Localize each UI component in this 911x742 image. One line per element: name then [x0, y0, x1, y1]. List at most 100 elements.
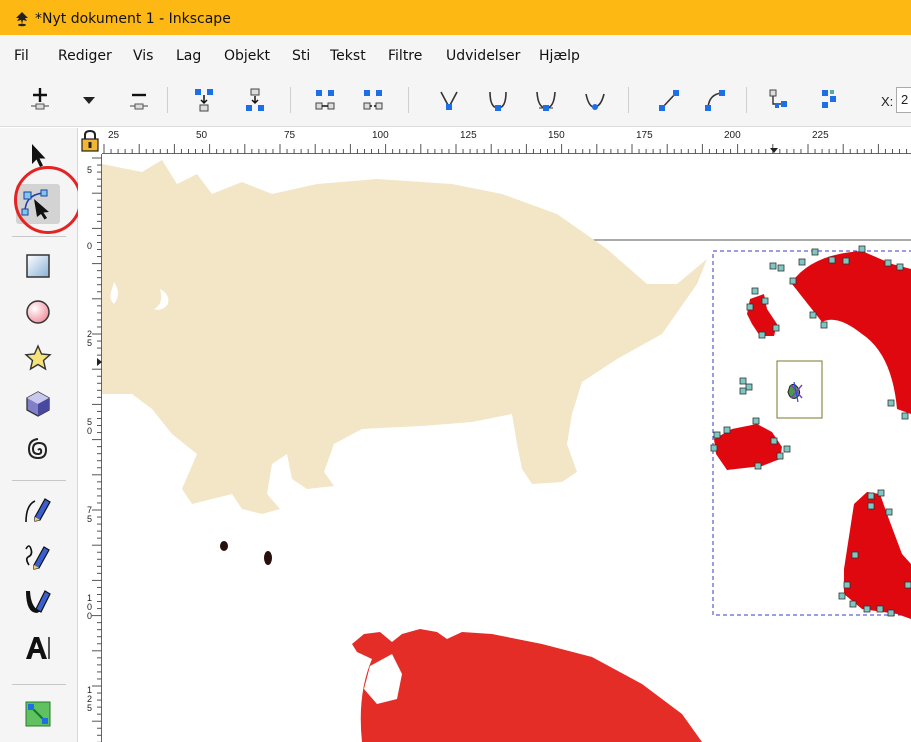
guides-lock-button[interactable] [78, 128, 102, 154]
ruler-label: 125 [460, 130, 477, 141]
pen-bezier-icon [25, 498, 51, 523]
menu-udvidelser[interactable]: Udvidelser [446, 48, 520, 64]
segment-to-line-button[interactable] [654, 83, 684, 117]
inkscape-logo-icon [16, 12, 28, 27]
toolbar-separator [167, 87, 168, 113]
join-segment-icon [315, 90, 335, 110]
horizontal-ruler[interactable]: 25 50 75 100 125 150 175 200 225 [102, 128, 911, 154]
object-to-path-button[interactable] [764, 83, 794, 117]
delete-segment-button[interactable] [358, 83, 388, 117]
dark-dot[interactable] [220, 541, 228, 551]
vertical-ruler[interactable]: 5 0 2 5 5 0 7 5 1 0 0 1 2 5 [78, 154, 102, 742]
star-tool[interactable] [16, 338, 60, 378]
auto-smooth-node-button[interactable] [580, 83, 610, 117]
menu-lag[interactable]: Lag [176, 48, 201, 64]
cusp-node-icon [440, 91, 458, 110]
segment-to-line-icon [659, 90, 679, 111]
cusp-node-button[interactable] [434, 83, 464, 117]
ruler-label: 150 [548, 130, 565, 141]
x-coordinate-label: X: [881, 94, 894, 109]
drawing-canvas[interactable] [102, 154, 911, 742]
insert-node-button[interactable] [25, 83, 55, 117]
text-a-icon [26, 637, 50, 659]
calligraphy-pen-icon [26, 590, 51, 613]
lock-icon [81, 129, 99, 152]
menu-fil[interactable]: Fil [14, 48, 29, 64]
ruler-label: 5 0 [87, 417, 93, 436]
join-segment-button[interactable] [310, 83, 340, 117]
star-icon [24, 344, 52, 371]
symmetric-node-icon [536, 91, 556, 111]
ruler-label: 0 [87, 241, 93, 251]
toolbox-separator [12, 480, 66, 481]
stroke-to-path-icon [822, 90, 836, 108]
toolbar-separator [746, 87, 747, 113]
ruler-label: 100 [372, 130, 389, 141]
ruler-label: 7 5 [87, 505, 93, 524]
3d-box-tool[interactable] [16, 384, 60, 424]
horizontal-ruler-ticks [103, 144, 908, 154]
circle-icon [26, 300, 50, 324]
connector-tool[interactable] [16, 694, 60, 734]
menu-objekt[interactable]: Objekt [224, 48, 270, 64]
toolbox-separator [12, 236, 66, 237]
3d-box-icon [26, 391, 50, 417]
join-nodes-button[interactable] [189, 83, 219, 117]
ruler-label: 50 [196, 130, 208, 141]
connector-icon [25, 701, 51, 727]
calligraphy-tool[interactable] [16, 582, 60, 622]
rotation-center-marker [787, 381, 803, 403]
menu-tekst[interactable]: Tekst [330, 48, 366, 64]
ruler-label: 1 2 5 [87, 685, 93, 713]
window-title: *Nyt dokument 1 - Inkscape [35, 11, 231, 27]
x-coordinate-input[interactable]: 2 [896, 87, 911, 113]
spiral-tool[interactable] [16, 430, 60, 470]
segment-to-curve-button[interactable] [700, 83, 730, 117]
canvas-artwork [102, 160, 911, 742]
delete-node-button[interactable] [124, 83, 154, 117]
pencil-icon [25, 545, 50, 570]
pencil-tool[interactable] [16, 536, 60, 576]
toolbar-separator [290, 87, 291, 113]
selected-object-box[interactable] [776, 360, 823, 419]
smooth-node-button[interactable] [483, 83, 513, 117]
menu-bar: Fil Rediger Vis Lag Objekt Sti Tekst Fil… [0, 35, 911, 75]
menu-vis[interactable]: Vis [133, 48, 153, 64]
segment-to-curve-icon [705, 90, 725, 111]
dark-dot[interactable] [264, 551, 272, 565]
auto-smooth-node-icon [585, 93, 605, 110]
title-bar: *Nyt dokument 1 - Inkscape [0, 0, 911, 35]
ruler-label: 175 [636, 130, 653, 141]
rectangle-tool[interactable] [16, 246, 60, 286]
chevron-down-icon [83, 97, 95, 104]
toolbar-separator [628, 87, 629, 113]
ruler-label: 2 5 [87, 329, 93, 348]
ruler-label: 75 [284, 130, 296, 141]
node-tool-controls-bar: X: 2 [0, 75, 911, 127]
text-tool[interactable] [16, 628, 60, 668]
stroke-to-path-button[interactable] [814, 83, 844, 117]
highlight-circle-annotation [14, 166, 82, 234]
insert-node-dropdown-button[interactable] [74, 83, 104, 117]
menu-rediger[interactable]: Rediger [58, 48, 112, 64]
pen-tool[interactable] [16, 490, 60, 530]
menu-sti[interactable]: Sti [292, 48, 310, 64]
break-path-icon [246, 88, 264, 111]
menu-filtre[interactable]: Filtre [388, 48, 422, 64]
smooth-node-icon [489, 91, 507, 111]
ruler-label: 25 [108, 130, 120, 141]
object-to-path-icon [769, 89, 787, 108]
red-triceratops-shape[interactable] [352, 629, 702, 742]
toolbar-separator [408, 87, 409, 113]
beige-triceratops-shape[interactable] [102, 160, 707, 514]
ruler-label: 1 0 0 [87, 593, 93, 621]
ruler-label: 225 [812, 130, 829, 141]
ruler-label: 200 [724, 130, 741, 141]
delete-node-icon [130, 93, 148, 110]
break-path-button[interactable] [240, 83, 270, 117]
ellipse-tool[interactable] [16, 292, 60, 332]
red-path-shapes[interactable] [714, 251, 911, 619]
symmetric-node-button[interactable] [531, 83, 561, 117]
menu-hjaelp[interactable]: Hjælp [539, 48, 580, 64]
rectangle-icon [26, 254, 50, 278]
